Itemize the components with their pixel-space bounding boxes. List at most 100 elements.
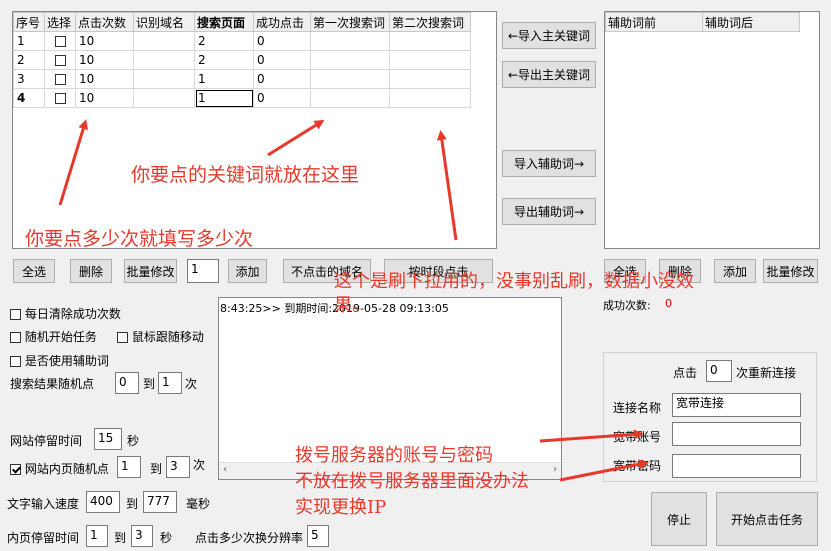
table-row[interactable]: 1 10 2 0 xyxy=(13,31,471,51)
scroll-right-icon[interactable]: › xyxy=(553,464,557,475)
row-domain[interactable] xyxy=(133,88,195,108)
col-header-click-count[interactable]: 点击次数 xyxy=(75,12,134,32)
aux-col-after[interactable]: 辅助词后 xyxy=(702,12,800,32)
typing-speed-label: 文字输入速度 xyxy=(7,497,80,511)
aux-batch-edit-button[interactable]: 批量修改 xyxy=(763,259,818,283)
col-header-select[interactable]: 选择 xyxy=(44,12,76,32)
row-select-checkbox[interactable] xyxy=(54,36,66,47)
row-search-page-editing[interactable]: 1 xyxy=(194,88,254,108)
row-success: 0 xyxy=(253,50,311,70)
table-row[interactable]: 3 10 1 0 xyxy=(13,69,471,89)
row-second-keyword[interactable] xyxy=(389,88,471,108)
export-main-keywords-button[interactable]: ←导出主关键词 xyxy=(502,61,596,88)
table-row[interactable]: 4 10 1 0 xyxy=(13,88,471,108)
inner-random-option[interactable]: 网站内页随机点 xyxy=(10,460,109,477)
col-header-first-keyword[interactable]: 第一次搜索词 xyxy=(310,12,390,32)
row-click-count[interactable]: 10 xyxy=(75,31,134,51)
slider-annotation: 这个是刷下拉用的，没事别乱刷，数据小没效果。 xyxy=(334,271,694,316)
random-click-to-label: 到 xyxy=(143,377,156,391)
dialer-annotation-line3: 实现更换IP xyxy=(295,497,387,518)
row-click-count[interactable]: 10 xyxy=(75,69,134,89)
scroll-left-icon[interactable]: ‹ xyxy=(223,464,227,475)
use-aux-option[interactable]: 是否使用辅助词 xyxy=(10,352,109,369)
row-select-checkbox[interactable] xyxy=(54,55,66,66)
mouse-follow-option[interactable]: 鼠标跟随移动 xyxy=(117,328,204,345)
random-start-label: 随机开始任务 xyxy=(24,330,97,344)
row-domain[interactable] xyxy=(133,31,195,51)
keyword-table-panel[interactable]: 序号 选择 点击次数 识别域名 搜索页面 成功点击 第一次搜索词 第二次搜索词 … xyxy=(12,11,497,249)
inner-stay-to-input[interactable]: 3 xyxy=(131,525,153,547)
row-select-cell[interactable] xyxy=(44,69,76,89)
inner-random-checkbox[interactable] xyxy=(10,464,21,475)
aux-words-panel[interactable]: 辅助词前 辅助词后 xyxy=(604,11,820,249)
row-click-count[interactable]: 10 xyxy=(75,88,134,108)
typing-speed-to-input[interactable]: 777 xyxy=(143,491,177,513)
quantity-input[interactable]: 1 xyxy=(187,259,219,283)
typing-speed-from-input[interactable]: 400 xyxy=(86,491,120,513)
clear-daily-option[interactable]: 每日清除成功次数 xyxy=(10,305,121,322)
connection-name-input[interactable]: 宽带连接 xyxy=(672,393,801,417)
col-header-second-keyword[interactable]: 第二次搜索词 xyxy=(389,12,471,32)
inner-stay-from-input[interactable]: 1 xyxy=(86,525,108,547)
row-select-cell[interactable] xyxy=(44,31,76,51)
reconnect-click-label: 点击 xyxy=(673,366,698,380)
row-search-page[interactable]: 2 xyxy=(194,31,254,51)
import-aux-words-button[interactable]: 导入辅助词→ xyxy=(502,150,596,177)
keyword-table-header: 序号 选择 点击次数 识别域名 搜索页面 成功点击 第一次搜索词 第二次搜索词 xyxy=(13,12,471,32)
col-header-success[interactable]: 成功点击 xyxy=(253,12,311,32)
row-domain[interactable] xyxy=(133,50,195,70)
random-start-checkbox[interactable] xyxy=(10,332,21,343)
stay-time-input[interactable]: 15 xyxy=(94,428,122,450)
row-select-checkbox[interactable] xyxy=(54,93,66,104)
row-first-keyword[interactable] xyxy=(310,88,390,108)
random-click-from-input[interactable]: 0 xyxy=(115,372,139,394)
row-domain[interactable] xyxy=(133,69,195,89)
table-row[interactable]: 2 10 2 0 xyxy=(13,50,471,70)
stop-button[interactable]: 停止 xyxy=(651,492,707,546)
batch-edit-button[interactable]: 批量修改 xyxy=(124,259,177,283)
broadband-account-label: 宽带账号 xyxy=(613,430,662,444)
add-button[interactable]: 添加 xyxy=(228,259,267,283)
broadband-password-input[interactable] xyxy=(672,454,801,478)
use-aux-checkbox[interactable] xyxy=(10,356,21,367)
inner-random-to-input[interactable]: 3 xyxy=(166,456,190,478)
row-select-cell[interactable] xyxy=(44,50,76,70)
row-search-page[interactable]: 1 xyxy=(194,69,254,89)
reconnect-count-input[interactable]: 0 xyxy=(706,360,732,382)
aux-add-button[interactable]: 添加 xyxy=(714,259,756,283)
row-first-keyword[interactable] xyxy=(310,50,390,70)
keyword-annotation: 你要点的关键词就放在这里 xyxy=(131,164,360,186)
export-aux-words-button[interactable]: 导出辅助词→ xyxy=(502,198,596,225)
delete-button[interactable]: 删除 xyxy=(70,259,112,283)
inner-random-unit: 次 xyxy=(193,458,206,472)
col-header-search-page[interactable]: 搜索页面 xyxy=(194,12,254,32)
broadband-account-input[interactable] xyxy=(672,422,801,446)
select-all-button[interactable]: 全选 xyxy=(13,259,55,283)
row-success: 0 xyxy=(253,31,311,51)
random-click-to-input[interactable]: 1 xyxy=(158,372,182,394)
connection-name-label: 连接名称 xyxy=(613,401,662,415)
clear-daily-checkbox[interactable] xyxy=(10,309,21,320)
row-first-keyword[interactable] xyxy=(310,31,390,51)
start-task-button[interactable]: 开始点击任务 xyxy=(716,492,818,546)
stay-time-label: 网站停留时间 xyxy=(10,434,83,448)
clear-daily-label: 每日清除成功次数 xyxy=(24,307,121,321)
resolution-input[interactable]: 5 xyxy=(307,525,329,547)
row-second-keyword[interactable] xyxy=(389,31,471,51)
col-header-index[interactable]: 序号 xyxy=(13,12,45,32)
inner-random-from-input[interactable]: 1 xyxy=(117,456,141,478)
aux-words-table[interactable]: 辅助词前 辅助词后 xyxy=(605,12,800,32)
col-header-domain[interactable]: 识别域名 xyxy=(133,12,195,32)
row-click-count[interactable]: 10 xyxy=(75,50,134,70)
row-select-checkbox[interactable] xyxy=(54,74,66,85)
mouse-follow-checkbox[interactable] xyxy=(117,332,128,343)
row-search-page[interactable]: 2 xyxy=(194,50,254,70)
random-start-option[interactable]: 随机开始任务 xyxy=(10,328,97,345)
keyword-table[interactable]: 序号 选择 点击次数 识别域名 搜索页面 成功点击 第一次搜索词 第二次搜索词 … xyxy=(13,12,471,108)
import-main-keywords-button[interactable]: ←导入主关键词 xyxy=(502,22,596,49)
row-second-keyword[interactable] xyxy=(389,50,471,70)
aux-col-before[interactable]: 辅助词前 xyxy=(605,12,703,32)
row-first-keyword[interactable] xyxy=(310,69,390,89)
row-second-keyword[interactable] xyxy=(389,69,471,89)
row-select-cell[interactable] xyxy=(44,88,76,108)
